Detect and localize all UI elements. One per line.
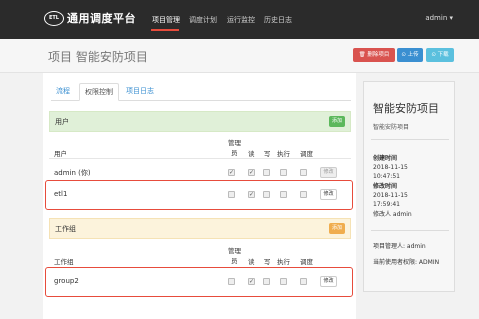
nav-active-indicator [151,29,179,31]
top-navbar: ETL 通用调度平台 项目管理 调度计划 运行监控 历史日志 admin ▾ [0,0,479,39]
col-header-admin: 管理 [228,139,241,147]
checkbox-admin[interactable] [228,191,235,198]
col-header-schedule: 调度 [300,150,313,158]
col-header-write: 写 [264,150,271,158]
modified-time: 17:59:41 [373,201,400,208]
modifier: 修改人 admin [373,211,412,218]
col-header-admin-cont: 员 [231,149,238,157]
download-button[interactable]: ⊙ 下载 [426,48,454,62]
modified-date: 2018-11-15 [373,192,408,199]
project-name: 智能安防项目 [373,102,439,115]
col-header-schedule: 调度 [300,258,313,266]
delete-project-button[interactable]: 🗑 删除项目 [353,48,395,62]
checkbox-read[interactable]: ✓ [248,278,255,285]
groups-panel-header: 工作组 添加 [49,218,351,239]
divider [371,230,449,231]
col-header-admin-cont: 员 [231,257,238,265]
group-row-name: group2 [54,277,79,285]
edit-button[interactable]: 修改 [320,189,337,200]
page-title: 项目 智能安防项目 [48,50,148,64]
user-menu[interactable]: admin ▾ [425,14,453,22]
checkbox-execute[interactable] [280,191,287,198]
brand-title[interactable]: 通用调度平台 [67,10,136,26]
permissions-panel: 流程 权限控制 项目日志 用户 添加 管理 员 用户 读 写 执行 调度 adm… [43,73,356,319]
logo-icon[interactable]: ETL [44,11,64,26]
created-date: 2018-11-15 [373,164,408,171]
nav-item-projects[interactable]: 项目管理 [152,15,180,25]
col-header-execute: 执行 [277,150,290,158]
col-header-group: 工作组 [54,258,74,266]
nav-item-history[interactable]: 历史日志 [264,15,292,25]
add-user-button[interactable]: 添加 [329,116,345,127]
project-description: 智能安防项目 [373,124,410,131]
col-header-execute: 执行 [277,258,290,266]
checkbox-execute[interactable] [280,169,287,176]
checkbox-schedule[interactable] [300,169,307,176]
user-row-name: admin (你) [54,169,91,177]
tab-permissions[interactable]: 权限控制 [79,83,119,101]
users-panel-header: 用户 添加 [49,111,351,132]
checkbox-read[interactable]: ✓ [248,191,255,198]
nav-item-monitor[interactable]: 运行监控 [227,15,255,25]
checkbox-schedule[interactable] [300,191,307,198]
checkbox-admin[interactable]: ✓ [228,169,235,176]
col-header-admin: 管理 [228,247,241,255]
checkbox-read[interactable]: ✓ [248,169,255,176]
col-header-read: 读 [248,150,255,158]
groups-panel-title: 工作组 [55,225,76,233]
project-info-card: 智能安防项目 智能安防项目 创建时间 2018-11-15 10:47:51 修… [363,81,455,292]
col-header-write: 写 [264,258,271,266]
tab-flow[interactable]: 流程 [51,83,75,101]
nav-item-schedule[interactable]: 调度计划 [189,15,217,25]
col-header-read: 读 [248,258,255,266]
modified-label: 修改时间 [373,183,398,190]
edit-button[interactable]: 修改 [320,167,337,178]
checkbox-execute[interactable] [280,278,287,285]
checkbox-write[interactable] [263,191,270,198]
tab-project-log[interactable]: 项目日志 [121,83,159,101]
col-header-user: 用户 [54,150,67,158]
divider [371,139,449,140]
checkbox-admin[interactable] [228,278,235,285]
checkbox-write[interactable] [263,169,270,176]
edit-button[interactable]: 修改 [320,276,337,287]
project-manager: 项目管理人: admin [373,243,426,250]
current-permission: 当前使用者权限: ADMIN [373,259,440,266]
created-time: 10:47:51 [373,173,400,180]
add-group-button[interactable]: 添加 [329,223,345,234]
divider [49,158,351,159]
upload-button[interactable]: ⊙ 上传 [397,48,423,62]
users-panel-title: 用户 [55,118,69,126]
tab-bar: 流程 权限控制 项目日志 [51,83,351,101]
checkbox-schedule[interactable] [300,278,307,285]
checkbox-write[interactable] [263,278,270,285]
user-row-name: etl1 [54,190,68,198]
created-label: 创建时间 [373,155,398,162]
